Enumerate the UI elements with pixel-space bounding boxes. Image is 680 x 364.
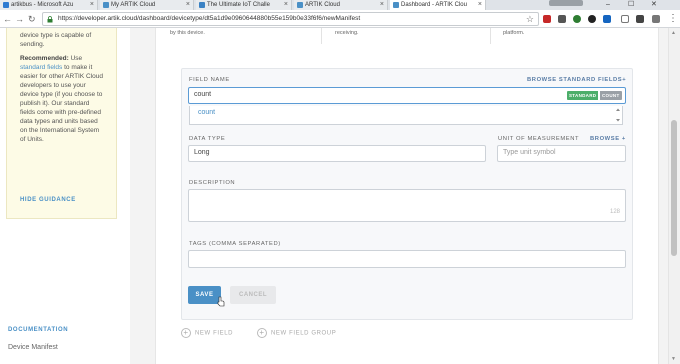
hide-guidance-link[interactable]: HIDE GUIDANCE: [20, 196, 76, 205]
extension-icon[interactable]: [652, 15, 660, 23]
description-char-counter: 128: [610, 209, 621, 215]
back-icon[interactable]: ←: [3, 13, 12, 25]
profile-chip[interactable]: [549, 0, 583, 6]
add-circle-icon: +: [181, 328, 191, 338]
close-tab-icon[interactable]: ×: [90, 0, 94, 10]
description-textarea[interactable]: 128: [188, 189, 626, 222]
subtab-caption: by this device.: [170, 30, 205, 36]
standard-fields-link[interactable]: standard fields: [20, 64, 62, 71]
field-name-input[interactable]: count STANDARD COUNT: [188, 87, 626, 104]
close-tab-icon[interactable]: ×: [186, 0, 190, 10]
unit-browse-link[interactable]: BROWSE +: [590, 136, 626, 142]
field-name-label: FIELD NAME: [189, 77, 230, 83]
azure-favicon-icon: [3, 2, 9, 8]
description-label: DESCRIPTION: [189, 180, 236, 186]
guidance-panel: device type is capable of sending. Recom…: [6, 28, 117, 219]
hand-cursor-icon: [217, 296, 225, 307]
tags-input[interactable]: [188, 250, 626, 268]
hackster-favicon-icon: [199, 2, 205, 8]
tags-label: TAGS (COMMA SEPARATED): [189, 241, 281, 247]
close-window-icon[interactable]: ✕: [651, 0, 657, 9]
subtab-caption: receiving.: [335, 30, 359, 36]
browser-tab-active[interactable]: Dashboard - ARTIK Clou ×: [390, 0, 486, 10]
minimize-icon[interactable]: –: [606, 0, 610, 9]
pocket-extension-icon[interactable]: [558, 15, 566, 23]
data-type-label: DATA TYPE: [189, 136, 226, 142]
new-field-group-button[interactable]: + NEW FIELD GROUP: [257, 328, 336, 339]
forward-icon[interactable]: →: [15, 13, 24, 25]
browser-tab[interactable]: The Ultimate IoT Challe ×: [196, 0, 292, 10]
subtab-divider: [490, 28, 491, 44]
autocomplete-option[interactable]: count: [198, 109, 215, 116]
reload-icon[interactable]: ↻: [28, 13, 36, 25]
grammarly-extension-icon[interactable]: [573, 15, 581, 23]
close-tab-icon[interactable]: ×: [284, 0, 288, 10]
url-text: https://developer.artik.cloud/dashboard/…: [58, 15, 361, 22]
extension-icon[interactable]: [636, 15, 644, 23]
artik-favicon-icon: [393, 2, 399, 8]
documentation-heading: DOCUMENTATION: [8, 327, 69, 333]
scroll-up-icon[interactable]: ▲: [671, 30, 676, 36]
maximize-icon[interactable]: ☐: [628, 0, 634, 9]
extension-icon[interactable]: [621, 15, 629, 23]
autocomplete-dropdown: count: [189, 106, 623, 125]
count-badge: COUNT: [600, 91, 622, 100]
extension-icon[interactable]: [588, 15, 596, 23]
cancel-button[interactable]: CANCEL: [230, 286, 276, 304]
extension-icon[interactable]: [543, 15, 551, 23]
new-field-button[interactable]: + NEW FIELD: [181, 328, 233, 339]
subtab-caption: platform.: [503, 30, 525, 36]
close-tab-icon[interactable]: ×: [478, 0, 482, 10]
browser-toolbar: ← → ↻ https://developer.artik.cloud/dash…: [0, 10, 680, 28]
unit-placeholder: Type unit symbol: [503, 149, 556, 156]
add-circle-icon: +: [257, 328, 267, 338]
address-bar[interactable]: https://developer.artik.cloud/dashboard/…: [42, 12, 539, 26]
unit-input[interactable]: Type unit symbol: [497, 145, 626, 162]
data-type-select[interactable]: Long: [188, 145, 486, 162]
subtab-divider: [321, 28, 322, 44]
close-tab-icon[interactable]: ×: [380, 0, 384, 10]
bookmark-star-icon[interactable]: ☆: [526, 13, 534, 25]
lock-icon: [47, 16, 53, 23]
browser-menu-icon[interactable]: ⋮: [668, 13, 678, 25]
scrollbar-thumb[interactable]: [671, 120, 677, 256]
artik-favicon-icon: [103, 2, 109, 8]
standard-badge: STANDARD: [567, 91, 599, 100]
recommended-label: Recommended:: [20, 55, 69, 62]
scroll-down-icon[interactable]: ▼: [671, 356, 676, 362]
unit-label: UNIT OF MEASUREMENT: [498, 136, 580, 142]
dropdown-scroll-arrows-icon[interactable]: [615, 107, 621, 123]
artik-favicon-icon: [297, 2, 303, 8]
extension-icon[interactable]: [603, 15, 611, 23]
browse-standard-fields-link[interactable]: BROWSE STANDARD FIELDS+: [527, 77, 626, 83]
browser-tab[interactable]: My ARTIK Cloud ×: [100, 0, 194, 10]
browser-tab[interactable]: ARTIK Cloud ×: [294, 0, 388, 10]
guidance-intro: device type is capable of sending.: [20, 32, 92, 48]
browser-tab[interactable]: artikbus - Microsoft Azu ×: [0, 0, 98, 10]
guidance-recommended: Recommended: Use standard fields to make…: [20, 55, 103, 143]
device-manifest-link[interactable]: Device Manifest: [8, 344, 58, 351]
